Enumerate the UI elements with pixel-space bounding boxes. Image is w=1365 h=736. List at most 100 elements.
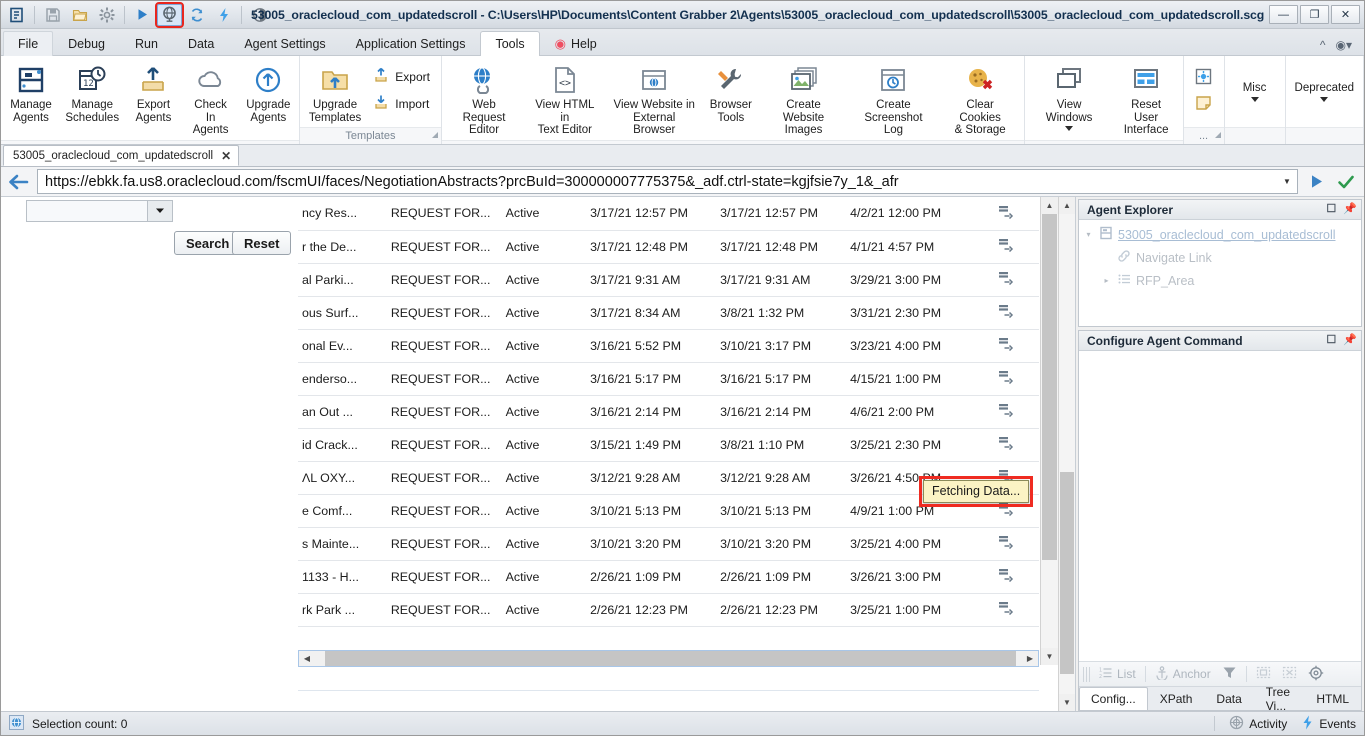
lightning-icon[interactable] [211,4,236,26]
tab-tree-view[interactable]: Tree Vi... [1254,687,1305,710]
create-website-images-button[interactable]: Create Website Images [759,59,848,140]
row-action-icon[interactable] [974,560,1039,593]
hscroll-track[interactable] [315,651,1022,666]
table-row[interactable]: enderso...REQUEST FOR...Active3/16/21 5:… [298,362,1039,395]
tab-config[interactable]: Config... [1079,687,1148,710]
pin-icon-agent-explorer[interactable]: 📌 [1343,204,1357,215]
misc-button[interactable]: Misc [1227,78,1283,105]
restore-button[interactable]: ❐ [1300,5,1329,24]
open-folder-icon[interactable] [67,4,92,26]
back-arrow-icon[interactable] [5,170,31,194]
anchor-button[interactable]: Anchor [1151,664,1215,685]
toolbar-grip[interactable] [1083,667,1090,682]
view-html-text-editor-button[interactable]: <> View HTML in Text Editor [524,59,606,140]
maximize-icon-agent-explorer[interactable]: ☐ [1326,204,1336,215]
row-action-icon[interactable] [974,296,1039,329]
row-action-icon[interactable] [974,428,1039,461]
tab-run[interactable]: Run [120,31,173,56]
check-in-agents-button[interactable]: Check In Agents [181,59,239,140]
table-row[interactable]: 1133 - H...REQUEST FOR...Active2/26/21 1… [298,560,1039,593]
activity-button[interactable]: Activity [1229,715,1287,733]
tab-tools[interactable]: Tools [480,31,539,56]
create-screenshot-log-button[interactable]: Create Screenshot Log [848,59,939,140]
chevron-down-icon-deprecated[interactable] [1320,97,1328,102]
page-vertical-scrollbar[interactable]: ▲ ▼ [1040,197,1058,665]
row-action-icon[interactable] [974,197,1039,230]
tab-debug[interactable]: Debug [53,31,120,56]
tab-html[interactable]: HTML [1304,687,1361,710]
reset-user-interface-button[interactable]: Reset User Interface [1112,59,1181,140]
contrast-icon[interactable] [247,4,272,26]
upgrade-agents-button[interactable]: Upgrade Agents [240,59,297,127]
target-button[interactable] [1304,663,1328,686]
scroll-right-arrow-icon[interactable]: ▶ [1022,651,1038,666]
table-row[interactable]: an Out ...REQUEST FOR...Active3/16/21 2:… [298,395,1039,428]
events-button[interactable]: Events [1301,715,1356,733]
manage-schedules-button[interactable]: 12 Manage Schedules [59,59,125,127]
manage-agents-button[interactable]: Manage Agents [3,59,59,127]
row-action-icon[interactable] [974,527,1039,560]
address-bar[interactable]: https://ebkk.fa.us8.oraclecloud.com/fscm… [37,169,1298,194]
browser-tools-button[interactable]: Browser Tools [703,59,759,127]
page-vscroll-track[interactable] [1041,214,1058,648]
row-action-icon[interactable] [974,362,1039,395]
select-area-button[interactable] [1252,663,1275,685]
scroll-up-arrow-icon-outer[interactable]: ▲ [1059,197,1075,214]
browser-vscroll-track[interactable] [1059,214,1075,694]
view-website-external-button[interactable]: View Website in External Browser [606,59,703,140]
page-vscroll-thumb[interactable] [1042,214,1057,560]
note-icon[interactable] [1193,91,1215,113]
tab-application-settings[interactable]: Application Settings [341,31,481,56]
maximize-icon-configure[interactable]: ☐ [1326,335,1336,346]
chevron-down-icon-misc[interactable] [1251,97,1259,102]
row-action-icon[interactable] [974,593,1039,626]
minimize-button[interactable]: — [1269,5,1298,24]
browser-vertical-scrollbar[interactable]: ▲ ▼ [1058,197,1075,711]
dialog-launcher-icon-2[interactable] [1015,145,1021,146]
tab-data[interactable]: Data [173,31,229,56]
table-row[interactable]: ous Surf...REQUEST FOR...Active3/17/21 8… [298,296,1039,329]
ribbon-options-icon[interactable]: ◉▾ [1336,38,1353,52]
horizontal-scrollbar[interactable]: ◀ ▶ [298,650,1039,667]
reset-button[interactable]: Reset [232,231,291,255]
upgrade-templates-button[interactable]: Upgrade Templates [302,59,368,127]
run-play-icon[interactable] [130,4,155,26]
clear-cookies-button[interactable]: Clear Cookies & Storage [939,59,1022,140]
tab-help[interactable]: ◉ Help [540,31,612,56]
row-action-icon[interactable] [974,230,1039,263]
hscroll-thumb[interactable] [325,651,1016,666]
tree-node-agent[interactable]: ▾ 53005_oraclecloud_com_updatedscroll [1079,223,1361,246]
pin-icon-configure[interactable]: 📌 [1343,335,1357,346]
filter-button[interactable] [1218,663,1241,685]
browser-tab[interactable]: 53005_oraclecloud_com_updatedscroll ✕ [3,145,239,166]
refresh-icon[interactable] [184,4,209,26]
view-windows-button[interactable]: View Windows [1027,59,1112,134]
scroll-down-arrow-icon-inner[interactable]: ▼ [1041,648,1058,665]
deprecated-button[interactable]: Deprecated [1288,78,1361,105]
table-row[interactable]: ncy Res...REQUEST FOR...Active3/17/21 12… [298,197,1039,230]
table-row[interactable]: al Parki...REQUEST FOR...Active3/17/21 9… [298,263,1039,296]
save-icon[interactable] [40,4,65,26]
tree-node-rfp-area[interactable]: ▸ RFP_Area [1079,269,1361,292]
collapse-ribbon-icon[interactable]: ^ [1320,38,1326,52]
list-button[interactable]: 12 List [1095,664,1140,685]
scroll-up-arrow-icon-inner[interactable]: ▲ [1041,197,1058,214]
close-icon[interactable]: ✕ [221,149,231,163]
navigate-play-icon[interactable] [1304,169,1328,194]
table-row[interactable]: id Crack...REQUEST FOR...Active3/15/21 1… [298,428,1039,461]
dialog-launcher-icon-3[interactable] [1215,132,1221,138]
checkmark-icon[interactable] [1334,169,1358,194]
chevron-down-icon-view-windows[interactable] [1065,126,1073,131]
dialog-launcher-icon[interactable] [432,132,438,138]
close-button[interactable]: ✕ [1331,5,1360,24]
row-action-icon[interactable] [974,395,1039,428]
tab-agent-settings[interactable]: Agent Settings [229,31,340,56]
export-template-button[interactable]: Export [368,63,439,90]
clear-selection-button[interactable] [1278,663,1301,685]
table-row[interactable]: r the De...REQUEST FOR...Active3/17/21 1… [298,230,1039,263]
browser-vscroll-thumb[interactable] [1060,472,1074,674]
chevron-down-icon-combo[interactable] [147,200,173,222]
app-menu-icon[interactable] [4,4,29,26]
table-row[interactable]: s Mainte...REQUEST FOR...Active3/10/21 3… [298,527,1039,560]
chevron-down-icon-url[interactable]: ▼ [1279,177,1295,186]
